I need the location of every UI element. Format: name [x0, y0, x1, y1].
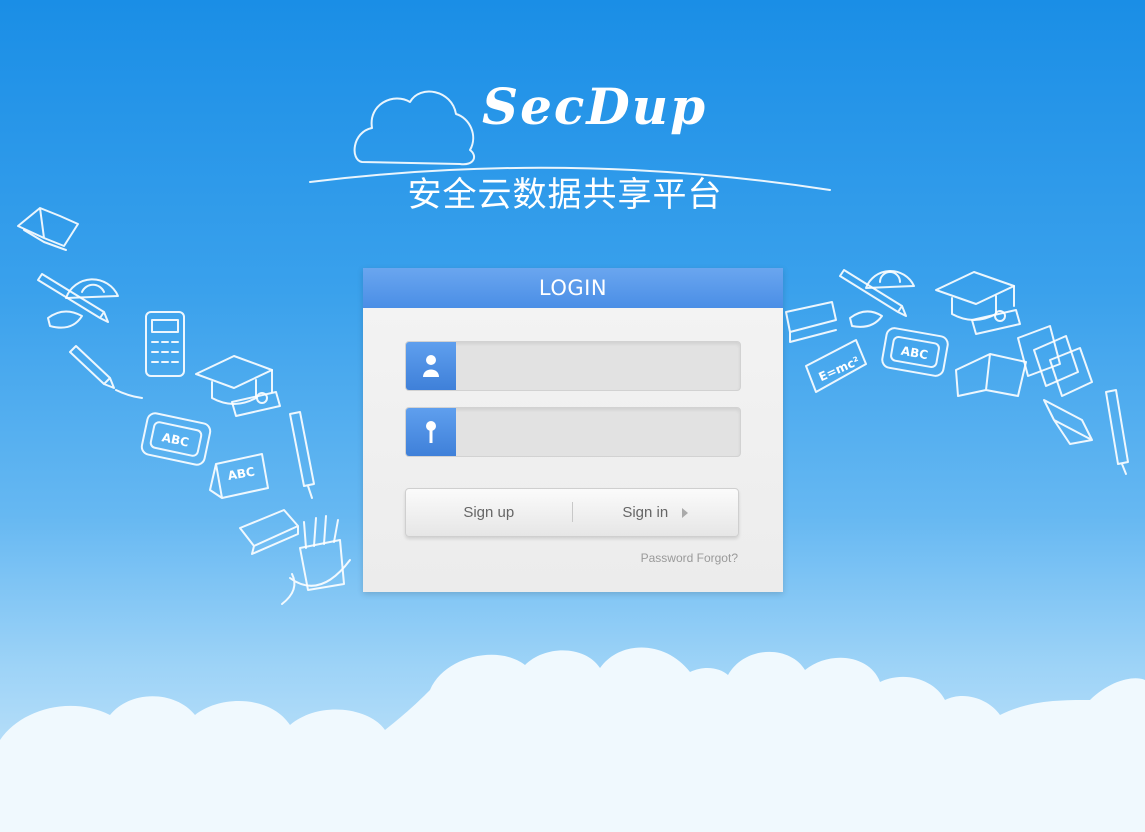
- brand-subtitle: 安全云数据共享平台: [407, 175, 723, 215]
- user-icon: [406, 342, 456, 390]
- brand-logo-text: SecDup: [482, 77, 708, 136]
- pencil-case-icon-right: ABC: [881, 327, 949, 377]
- login-panel: LOGIN Sign up Sign in Password Forgot?: [363, 268, 783, 592]
- sign-up-label: Sign up: [463, 504, 515, 521]
- abc-book-label: ABC: [227, 464, 256, 483]
- open-book-icon-right: [955, 353, 1027, 397]
- book-stack-icon: [1017, 325, 1093, 397]
- pencil-case-icon-left: ABC: [140, 412, 212, 466]
- username-field: [405, 341, 741, 391]
- open-book-icon: [17, 207, 79, 251]
- abc-label-left: ABC: [161, 430, 191, 449]
- password-input[interactable]: [458, 408, 734, 456]
- pencil-icon-2: [69, 345, 143, 399]
- ruler-book-icon: [785, 301, 837, 343]
- abc-label-right: ABC: [900, 344, 929, 363]
- formula-card-icon: E=mc²: [805, 339, 867, 393]
- logo-cloud-icon: [353, 90, 476, 166]
- sign-up-button[interactable]: Sign up: [406, 489, 572, 536]
- eraser-icon: [47, 310, 83, 329]
- sign-in-button[interactable]: Sign in: [573, 489, 739, 536]
- key-icon: [406, 408, 456, 456]
- fountain-pen-icon-left: [289, 411, 315, 499]
- bottom-cloud-layer: [0, 647, 1145, 832]
- abc-book-icon: ABC: [209, 453, 269, 499]
- calculator-icon: [145, 311, 185, 377]
- protractor-icon: [65, 278, 119, 299]
- auth-button-group: Sign up Sign in: [405, 488, 739, 537]
- username-input[interactable]: [458, 342, 734, 390]
- fountain-pen-icon-right: [1105, 389, 1129, 475]
- tape-dispenser-icon-right: [1043, 399, 1093, 445]
- eraser-icon-right: [849, 310, 883, 328]
- protractor-icon-right: [865, 269, 915, 289]
- diploma-scroll-icon: [971, 309, 1021, 335]
- graduation-cap-icon: [195, 355, 273, 405]
- password-field: [405, 407, 741, 457]
- login-header: LOGIN: [363, 268, 783, 308]
- login-title: LOGIN: [538, 276, 608, 300]
- sign-in-label: Sign in: [622, 504, 669, 521]
- forgot-password-link[interactable]: Password Forgot?: [641, 551, 738, 565]
- tape-dispenser-icon: [239, 509, 299, 555]
- chevron-right-icon: [682, 507, 689, 518]
